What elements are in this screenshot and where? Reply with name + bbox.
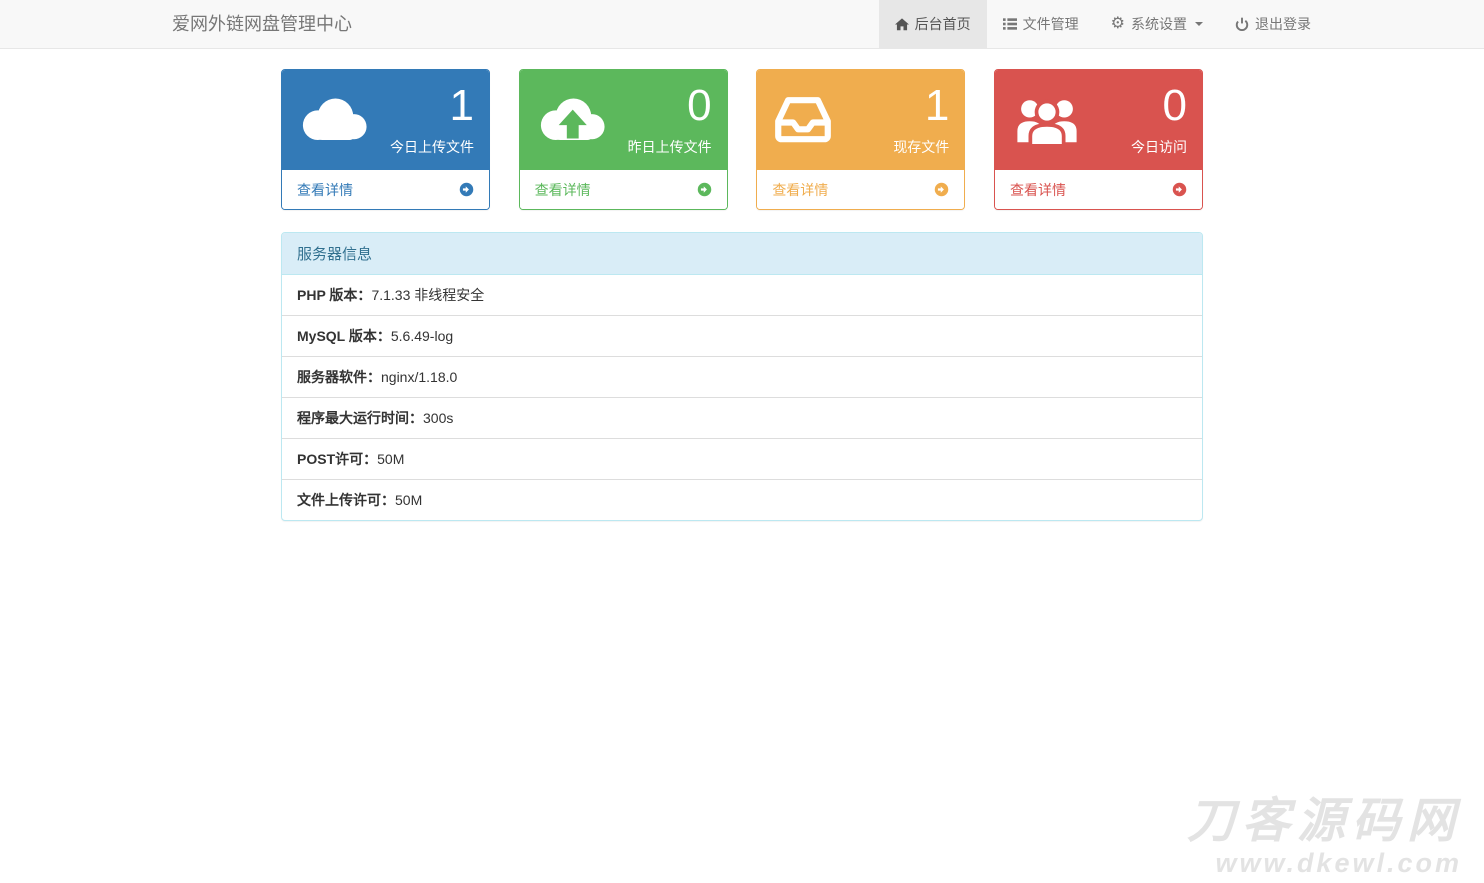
server-info-row-upload-limit: 文件上传许可：50M <box>282 479 1202 520</box>
list-icon <box>1003 18 1017 30</box>
arrow-circle-right-icon <box>697 182 712 197</box>
stat-value: 1 <box>834 84 949 128</box>
server-info-row-software: 服务器软件：nginx/1.18.0 <box>282 356 1202 397</box>
users-icon <box>1010 94 1084 146</box>
row-value: 50M <box>395 492 422 508</box>
view-details-label: 查看详情 <box>772 180 828 200</box>
nav-item-settings[interactable]: ⚙ 系统设置 <box>1095 0 1219 48</box>
nav-item-label: 系统设置 <box>1131 14 1187 34</box>
row-value: 50M <box>377 451 404 467</box>
cloud-upload-icon <box>535 94 609 146</box>
server-info-row-max-exec-time: 程序最大运行时间：300s <box>282 397 1202 438</box>
stat-label: 现存文件 <box>834 137 949 157</box>
server-info-list: PHP 版本：7.1.33 非线程安全 MySQL 版本：5.6.49-log … <box>282 275 1202 520</box>
view-details-link[interactable]: 查看详情 <box>282 170 489 209</box>
stat-card-heading: 0 昨日上传文件 <box>520 70 727 170</box>
nav-item-label: 后台首页 <box>915 14 971 34</box>
server-info-row-post-limit: POST许可：50M <box>282 438 1202 479</box>
view-details-label: 查看详情 <box>1010 180 1066 200</box>
stat-cards-row: 1 今日上传文件 查看详情 <box>281 69 1203 210</box>
row-value: 5.6.49-log <box>391 328 453 344</box>
main-nav: 后台首页 文件管理 ⚙ 系统设置 <box>879 0 1327 48</box>
brand-title[interactable]: 爱网外链网盘管理中心 <box>157 0 367 48</box>
row-label: 文件上传许可： <box>297 492 395 508</box>
view-details-link[interactable]: 查看详情 <box>757 170 964 209</box>
stat-card-heading: 0 今日访问 <box>995 70 1202 170</box>
nav-item-logout[interactable]: 退出登录 <box>1219 0 1327 48</box>
cloud-icon <box>297 94 371 146</box>
inbox-icon <box>772 94 834 146</box>
row-label: 程序最大运行时间： <box>297 410 423 426</box>
arrow-circle-right-icon <box>1172 182 1187 197</box>
stat-card-heading: 1 现存文件 <box>757 70 964 170</box>
view-details-link[interactable]: 查看详情 <box>520 170 727 209</box>
stat-label: 今日访问 <box>1084 137 1187 157</box>
stat-card-heading: 1 今日上传文件 <box>282 70 489 170</box>
stat-card-today-uploads: 1 今日上传文件 查看详情 <box>281 69 490 210</box>
watermark: 刀客源码网 www.dkewl.com <box>1187 798 1462 877</box>
watermark-title: 刀客源码网 <box>1187 798 1462 846</box>
row-label: POST许可： <box>297 451 377 467</box>
watermark-url: www.dkewl.com <box>1187 850 1462 877</box>
arrow-circle-right-icon <box>934 182 949 197</box>
stat-card-existing-files: 1 现存文件 查看详情 <box>756 69 965 210</box>
view-details-label: 查看详情 <box>297 180 353 200</box>
stat-card-yesterday-uploads: 0 昨日上传文件 查看详情 <box>519 69 728 210</box>
stat-label: 今日上传文件 <box>371 137 474 157</box>
stat-value: 0 <box>1084 84 1187 128</box>
server-info-panel: 服务器信息 PHP 版本：7.1.33 非线程安全 MySQL 版本：5.6.4… <box>281 232 1203 521</box>
arrow-circle-right-icon <box>459 182 474 197</box>
stat-value: 1 <box>371 84 474 128</box>
nav-item-label: 退出登录 <box>1255 14 1311 34</box>
nav-item-label: 文件管理 <box>1023 14 1079 34</box>
server-info-row-mysql: MySQL 版本：5.6.49-log <box>282 315 1202 356</box>
power-icon <box>1235 17 1249 31</box>
row-value: 300s <box>423 410 453 426</box>
caret-down-icon <box>1195 22 1203 26</box>
row-label: 服务器软件： <box>297 369 381 385</box>
server-info-panel-title: 服务器信息 <box>282 233 1202 275</box>
gear-icon: ⚙ <box>1111 16 1125 32</box>
server-info-row-php: PHP 版本：7.1.33 非线程安全 <box>282 275 1202 315</box>
stat-card-today-visits: 0 今日访问 查看详情 <box>994 69 1203 210</box>
view-details-label: 查看详情 <box>535 180 591 200</box>
row-value: 7.1.33 非线程安全 <box>371 287 484 303</box>
view-details-link[interactable]: 查看详情 <box>995 170 1202 209</box>
stat-label: 昨日上传文件 <box>609 137 712 157</box>
row-label: MySQL 版本： <box>297 328 391 344</box>
nav-item-files[interactable]: 文件管理 <box>987 0 1095 48</box>
nav-item-home[interactable]: 后台首页 <box>879 0 987 48</box>
home-icon <box>895 18 909 31</box>
main-content: 1 今日上传文件 查看详情 <box>281 69 1203 521</box>
stat-value: 0 <box>609 84 712 128</box>
top-navbar: 爱网外链网盘管理中心 后台首页 <box>0 0 1484 49</box>
row-label: PHP 版本： <box>297 287 371 303</box>
row-value: nginx/1.18.0 <box>381 369 457 385</box>
